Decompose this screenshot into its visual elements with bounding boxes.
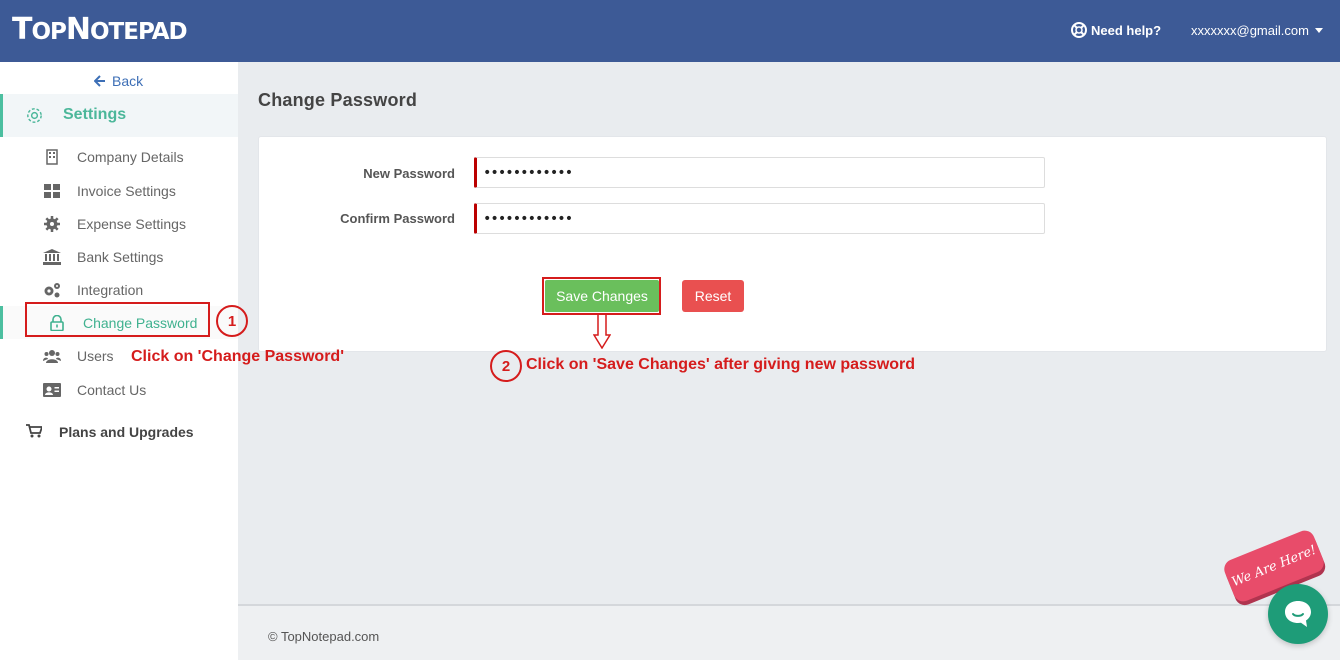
need-help-link[interactable]: Need help?: [1071, 22, 1161, 38]
lifebuoy-icon: [1071, 22, 1087, 38]
chat-launcher-button[interactable]: [1268, 584, 1328, 644]
annotation-arrow-down-icon: [593, 315, 611, 349]
new-password-field[interactable]: [474, 157, 1045, 188]
page-title: Change Password: [258, 90, 418, 110]
new-password-label: New Password: [363, 166, 455, 181]
confirm-password-field[interactable]: [474, 203, 1045, 234]
sidebar-item-company-details[interactable]: Company Details: [0, 140, 238, 173]
annotation-text-step-2: Click on 'Save Changes' after giving new…: [526, 356, 916, 373]
annotation-text-step-1: Click on 'Change Password': [131, 348, 344, 365]
back-label: Back: [112, 73, 144, 89]
grid-icon: [43, 182, 61, 200]
sidebar-item-invoice-settings[interactable]: Invoice Settings: [0, 174, 238, 207]
top-navbar: TOPNOTEPAD Need help? xxxxxxx@gmail.com: [0, 0, 1340, 62]
contact-card-icon: [43, 381, 61, 399]
plans-and-upgrades-link[interactable]: Plans and Upgrades: [0, 417, 238, 447]
footer: © TopNotepad.com: [238, 604, 1340, 660]
annotation-step-1: 1: [216, 305, 248, 337]
reset-button[interactable]: Reset: [682, 280, 744, 312]
bank-icon: [43, 248, 61, 266]
app-logo[interactable]: TOPNOTEPAD: [12, 10, 188, 52]
annotation-box-change-password: [25, 302, 210, 337]
annotation-box-save-changes: [542, 277, 661, 315]
account-menu[interactable]: xxxxxxx@gmail.com: [1191, 23, 1323, 38]
gear-icon: [43, 215, 61, 233]
users-icon: [43, 347, 61, 365]
settings-gear-icon: [27, 108, 42, 123]
building-icon: [43, 148, 61, 166]
gears-icon: [43, 281, 61, 299]
arrow-left-icon: [94, 75, 105, 87]
account-email: xxxxxxx@gmail.com: [1191, 23, 1309, 38]
annotation-step-2: 2: [490, 350, 522, 382]
confirm-password-label: Confirm Password: [340, 211, 455, 226]
settings-label: Settings: [63, 106, 127, 123]
need-help-label: Need help?: [1091, 22, 1162, 38]
sidebar-item-bank-settings[interactable]: Bank Settings: [0, 240, 238, 273]
plans-label: Plans and Upgrades: [59, 424, 194, 440]
chat-bubble-icon: [1285, 601, 1311, 627]
sidebar-item-expense-settings[interactable]: Expense Settings: [0, 207, 238, 240]
settings-section-header[interactable]: Settings: [0, 94, 238, 137]
sidebar-item-contact-us[interactable]: Contact Us: [0, 373, 238, 406]
shopping-cart-icon: [26, 424, 44, 441]
footer-copyright: © TopNotepad.com: [268, 629, 380, 644]
back-link[interactable]: Back: [94, 73, 143, 89]
caret-down-icon: [1314, 28, 1323, 33]
